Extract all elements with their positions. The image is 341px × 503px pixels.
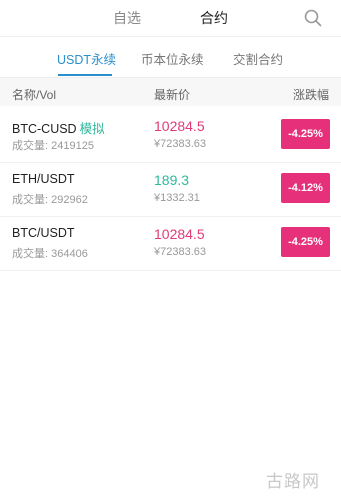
col-price: 最新价 bbox=[154, 88, 191, 102]
tab-contracts[interactable]: 合约 bbox=[200, 8, 228, 28]
column-header: 名称/Vol 最新价 涨跌幅 bbox=[0, 78, 341, 106]
market-row[interactable]: ETH/USDT 成交量: 292962 189.3 ¥1332.31 -4.1… bbox=[0, 162, 341, 217]
market-row[interactable]: BTC/USDT 成交量: 364406 10284.5 ¥72383.63 -… bbox=[0, 216, 341, 271]
cny-price: ¥1332.31 bbox=[154, 192, 200, 204]
pair-name: BTC-CUSD 模拟 bbox=[12, 118, 105, 137]
search-icon[interactable] bbox=[304, 9, 322, 27]
last-price: 10284.5 bbox=[154, 226, 205, 242]
col-change: 涨跌幅 bbox=[293, 88, 330, 102]
pair-symbol: ETH/USDT bbox=[12, 172, 75, 186]
cny-price: ¥72383.63 bbox=[154, 138, 206, 150]
watermark: 古路网 bbox=[266, 472, 320, 492]
tab-usdt-perpetual[interactable]: USDT永续 bbox=[57, 49, 116, 68]
contract-type-tabs: USDT永续 币本位永续 交割合约 bbox=[0, 37, 341, 78]
pair-symbol: BTC-CUSD bbox=[12, 122, 77, 136]
volume: 成交量: 364406 bbox=[12, 248, 88, 260]
simulated-tag: 模拟 bbox=[79, 122, 105, 136]
tab-favorites[interactable]: 自选 bbox=[113, 8, 141, 28]
active-tab-indicator bbox=[58, 74, 112, 76]
pair-name: BTC/USDT bbox=[12, 226, 75, 240]
tab-delivery-contracts[interactable]: 交割合约 bbox=[233, 49, 283, 68]
pair-symbol: BTC/USDT bbox=[12, 226, 75, 240]
col-name: 名称/Vol bbox=[12, 88, 57, 102]
pair-name: ETH/USDT bbox=[12, 172, 75, 186]
change-badge[interactable]: -4.12% bbox=[281, 173, 330, 203]
volume: 成交量: 292962 bbox=[12, 194, 88, 206]
last-price: 10284.5 bbox=[154, 118, 205, 134]
change-badge[interactable]: -4.25% bbox=[281, 119, 330, 149]
last-price: 189.3 bbox=[154, 172, 190, 188]
market-row[interactable]: BTC-CUSD 模拟 成交量: 2419125 10284.5 ¥72383.6… bbox=[0, 108, 341, 163]
cny-price: ¥72383.63 bbox=[154, 246, 206, 258]
change-badge[interactable]: -4.25% bbox=[281, 227, 330, 257]
tab-coin-perpetual[interactable]: 币本位永续 bbox=[141, 49, 204, 68]
top-nav: 自选 合约 bbox=[0, 0, 341, 37]
volume: 成交量: 2419125 bbox=[12, 140, 94, 152]
